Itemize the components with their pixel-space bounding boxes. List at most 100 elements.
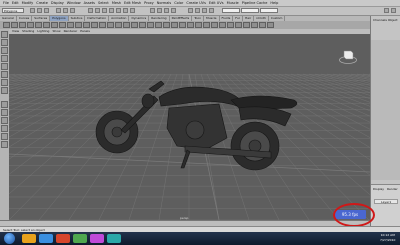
mask-deformations-icon[interactable]	[116, 8, 121, 13]
shelf-tool-icon[interactable]	[123, 22, 130, 28]
open-scene-icon[interactable]	[37, 8, 42, 13]
shelf-tool-icon[interactable]	[267, 22, 274, 28]
rotate-tool-icon[interactable]	[1, 63, 8, 70]
menu-modify[interactable]: Modify	[22, 1, 34, 5]
shelf-tool-icon[interactable]	[187, 22, 194, 28]
attribute-editor-toggle-icon[interactable]	[391, 8, 396, 13]
perspective-viewport[interactable]: persp	[9, 34, 370, 220]
snap-plane-icon[interactable]	[171, 8, 176, 13]
shelf-tool-icon[interactable]	[227, 22, 234, 28]
shelf-tool-icon[interactable]	[115, 22, 122, 28]
menu-edit-mesh[interactable]: Edit Mesh	[124, 1, 141, 5]
shelf-tool-icon[interactable]	[131, 22, 138, 28]
manipulator-tool-icon[interactable]	[1, 79, 8, 86]
shelf-tool-icon[interactable]	[75, 22, 82, 28]
transform-x-field[interactable]	[222, 8, 240, 13]
shelf-tool-icon[interactable]	[147, 22, 154, 28]
layout-single-icon[interactable]	[1, 101, 8, 108]
layer-row[interactable]: Layer1	[374, 199, 398, 204]
layer-tab-display[interactable]: Display	[373, 187, 384, 191]
snap-grid-icon[interactable]	[150, 8, 155, 13]
menu-create[interactable]: Create	[36, 1, 48, 5]
shelf-tool-icon[interactable]	[195, 22, 202, 28]
menu-color[interactable]: Color	[174, 1, 183, 5]
move-tool-icon[interactable]	[1, 55, 8, 62]
shelf-tool-icon[interactable]	[11, 22, 18, 28]
taskbar-app-icon[interactable]	[107, 234, 121, 243]
menu-edit[interactable]: Edit	[12, 1, 19, 5]
view-cube[interactable]	[339, 48, 357, 64]
menu-muscle[interactable]: Muscle	[227, 1, 239, 5]
shelf-tool-icon[interactable]	[43, 22, 50, 28]
save-scene-icon[interactable]	[44, 8, 49, 13]
select-by-object-icon[interactable]	[63, 8, 68, 13]
paint-select-tool-icon[interactable]	[1, 47, 8, 54]
menu-display[interactable]: Display	[51, 1, 64, 5]
shelf-tool-icon[interactable]	[211, 22, 218, 28]
taskbar-app-icon[interactable]	[73, 234, 87, 243]
select-by-component-icon[interactable]	[70, 8, 75, 13]
shelf-tool-icon[interactable]	[51, 22, 58, 28]
menu-help[interactable]: Help	[270, 1, 278, 5]
mask-rendering-icon[interactable]	[130, 8, 135, 13]
shelf-tool-icon[interactable]	[179, 22, 186, 28]
scale-tool-icon[interactable]	[1, 71, 8, 78]
shelf-tool-icon[interactable]	[259, 22, 266, 28]
menu-create-uvs[interactable]: Create UVs	[186, 1, 206, 5]
menu-select[interactable]: Select	[98, 1, 109, 5]
select-tool-icon[interactable]	[1, 31, 8, 38]
snap-point-icon[interactable]	[164, 8, 169, 13]
shelf-tool-icon[interactable]	[219, 22, 226, 28]
menu-normals[interactable]: Normals	[157, 1, 172, 5]
shelf-tool-icon[interactable]	[35, 22, 42, 28]
history-icon[interactable]	[188, 8, 193, 13]
ipr-render-icon[interactable]	[202, 8, 207, 13]
render-current-icon[interactable]	[195, 8, 200, 13]
shelf-tool-icon[interactable]	[83, 22, 90, 28]
lasso-tool-icon[interactable]	[1, 39, 8, 46]
shelf-tool-icon[interactable]	[3, 22, 10, 28]
shelf-tool-icon[interactable]	[251, 22, 258, 28]
taskbar-app-icon[interactable]	[22, 234, 36, 243]
snap-curve-icon[interactable]	[157, 8, 162, 13]
shelf-tool-icon[interactable]	[107, 22, 114, 28]
channel-box-toggle-icon[interactable]	[384, 8, 389, 13]
layout-outliner-icon[interactable]	[1, 125, 8, 132]
mask-handles-icon[interactable]	[88, 8, 93, 13]
system-clock[interactable]: 10:12 AM 7/27/2010	[380, 233, 395, 243]
shelf-tool-icon[interactable]	[243, 22, 250, 28]
transform-z-field[interactable]	[260, 8, 278, 13]
layout-two-icon[interactable]	[1, 117, 8, 124]
menu-window[interactable]: Window	[67, 1, 81, 5]
start-button[interactable]	[4, 233, 15, 244]
mode-selector[interactable]: Polygons	[2, 8, 24, 13]
shelf-tool-icon[interactable]	[163, 22, 170, 28]
layout-four-icon[interactable]	[1, 109, 8, 116]
menu-mesh[interactable]: Mesh	[112, 1, 121, 5]
new-scene-icon[interactable]	[30, 8, 35, 13]
last-tool-icon[interactable]	[1, 87, 8, 94]
shelf-tool-icon[interactable]	[59, 22, 66, 28]
shelf-tool-icon[interactable]	[139, 22, 146, 28]
shelf-tool-icon[interactable]	[67, 22, 74, 28]
layout-hypershade-icon[interactable]	[1, 141, 8, 148]
shelf-tool-icon[interactable]	[171, 22, 178, 28]
mask-dynamics-icon[interactable]	[123, 8, 128, 13]
layout-graph-icon[interactable]	[1, 133, 8, 140]
menu-pipeline-cache[interactable]: Pipeline Cache	[242, 1, 268, 5]
select-by-hierarchy-icon[interactable]	[56, 8, 61, 13]
shelf-tool-icon[interactable]	[99, 22, 106, 28]
transform-y-field[interactable]	[241, 8, 259, 13]
motorcycle-model[interactable]	[9, 34, 370, 220]
menu-file[interactable]: File	[3, 1, 9, 5]
menu-edit-uvs[interactable]: Edit UVs	[209, 1, 224, 5]
layer-tab-render[interactable]: Render	[387, 187, 398, 191]
taskbar-app-icon[interactable]	[39, 234, 53, 243]
mask-joints-icon[interactable]	[95, 8, 100, 13]
render-settings-icon[interactable]	[209, 8, 214, 13]
menu-proxy[interactable]: Proxy	[144, 1, 154, 5]
shelf-tool-icon[interactable]	[27, 22, 34, 28]
mask-surfaces-icon[interactable]	[109, 8, 114, 13]
shelf-tool-icon[interactable]	[91, 22, 98, 28]
menu-assets[interactable]: Assets	[84, 1, 95, 5]
